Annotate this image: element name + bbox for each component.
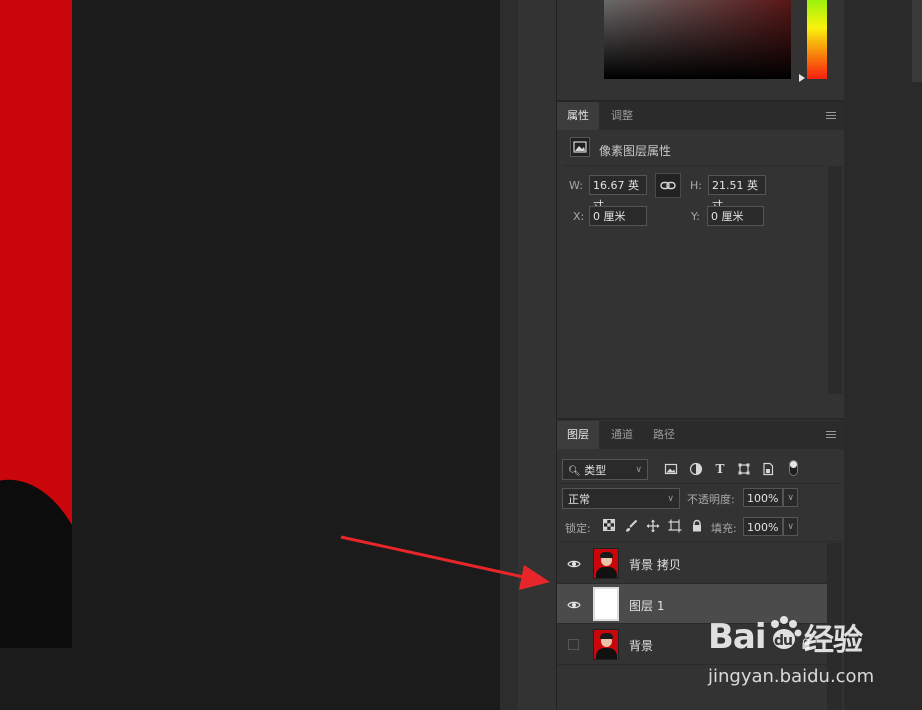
link-icon	[660, 181, 676, 190]
shape-filter-icon[interactable]	[737, 462, 751, 476]
blend-mode-dropdown[interactable]: 正常 ∨	[562, 488, 680, 509]
pixel-layer-icon	[570, 137, 590, 157]
y-label: Y:	[691, 210, 700, 223]
watermark-url: jingyan.baidu.com	[708, 666, 875, 687]
opacity-label: 不透明度:	[687, 493, 735, 506]
width-field[interactable]: 16.67 英寸	[589, 175, 647, 212]
layer-name[interactable]: 背景	[629, 637, 653, 654]
chevron-down-icon: ∨	[667, 494, 674, 504]
layer-row[interactable]: 背景 拷贝	[557, 544, 827, 584]
layer-thumbnail	[593, 587, 619, 621]
document-canvas[interactable]	[0, 0, 500, 710]
lock-position-icon[interactable]	[646, 519, 660, 533]
chevron-down-icon: ∨	[787, 522, 794, 532]
width-label: W:	[569, 179, 583, 192]
panel-separator	[557, 418, 844, 420]
right-dock-edge	[844, 0, 922, 710]
x-field[interactable]: 0 厘米	[589, 206, 647, 226]
svg-text:经验: 经验	[804, 623, 863, 658]
svg-text:du: du	[774, 633, 792, 649]
fill-dropdown[interactable]: ∨	[783, 517, 798, 536]
blend-mode-value: 正常	[568, 493, 590, 506]
tab-adjustments[interactable]: 调整	[601, 102, 643, 130]
photo-shoulder	[0, 469, 72, 648]
lock-transparent-pixels-icon[interactable]	[602, 519, 616, 533]
chevron-down-icon: ∨	[635, 465, 642, 475]
y-field[interactable]: 0 厘米	[707, 206, 764, 226]
visibility-toggle-off[interactable]	[568, 639, 579, 650]
layer-filter-value: 类型	[584, 464, 607, 477]
opacity-dropdown[interactable]: ∨	[783, 488, 798, 507]
lock-label: 锁定:	[565, 522, 591, 535]
fill-label: 填充:	[711, 522, 737, 535]
toolbar-divider	[560, 541, 842, 542]
lock-image-pixels-icon[interactable]	[624, 519, 638, 533]
layer-thumbnail	[593, 629, 619, 660]
properties-divider	[563, 165, 825, 166]
filter-toggle-switch[interactable]	[789, 460, 798, 476]
eye-icon[interactable]	[567, 557, 581, 571]
properties-title: 像素图层属性	[599, 144, 672, 158]
link-dimensions-button[interactable]	[655, 173, 681, 198]
x-label: X:	[573, 210, 585, 223]
tab-paths[interactable]: 路径	[643, 421, 685, 449]
layer-name[interactable]: 图层 1	[629, 597, 664, 614]
tab-properties[interactable]: 属性	[557, 102, 599, 130]
adjustment-filter-icon[interactable]	[689, 462, 703, 476]
layer-name[interactable]: 背景 拷贝	[629, 556, 681, 573]
color-field[interactable]	[604, 0, 791, 79]
dock-gutter	[500, 0, 518, 710]
hue-slider[interactable]	[807, 0, 827, 79]
properties-tabbar: 属性 调整	[557, 102, 844, 130]
annotation-arrow	[340, 535, 550, 590]
search-icon: 🔍︎	[568, 466, 581, 477]
lock-artboard-icon[interactable]	[668, 519, 682, 533]
smart-object-filter-icon[interactable]	[761, 462, 775, 476]
lock-all-icon[interactable]	[690, 519, 704, 533]
panel-menu-icon[interactable]	[826, 431, 836, 439]
type-filter-icon[interactable]: T	[713, 462, 727, 476]
panel-menu-icon[interactable]	[826, 112, 836, 120]
fill-field[interactable]: 100%	[743, 517, 783, 536]
chevron-down-icon: ∨	[787, 493, 794, 503]
canvas-photo	[0, 0, 72, 648]
properties-scrollbar[interactable]	[828, 166, 842, 394]
properties-body	[557, 130, 844, 418]
layer-thumbnail	[593, 548, 619, 579]
height-field[interactable]: 21.51 英寸	[708, 175, 766, 212]
hue-slider-thumb[interactable]	[799, 74, 805, 82]
height-label: H:	[690, 179, 702, 192]
opacity-field[interactable]: 100%	[743, 488, 783, 507]
right-dock-edge-top	[912, 0, 922, 82]
toolbar-divider	[560, 483, 842, 484]
eye-icon[interactable]	[567, 598, 581, 612]
tab-channels[interactable]: 通道	[601, 421, 643, 449]
baidu-jingyan-watermark-logo: Bai du 经验	[708, 612, 878, 666]
collapsed-panel-strip	[518, 0, 557, 710]
pixel-filter-icon[interactable]	[664, 462, 678, 476]
layer-filter-dropdown[interactable]: 🔍︎ 类型 ∨	[562, 459, 648, 480]
layers-tabbar: 图层 通道 路径	[557, 421, 844, 449]
tab-layers[interactable]: 图层	[557, 421, 599, 449]
svg-text:Bai: Bai	[708, 617, 766, 657]
